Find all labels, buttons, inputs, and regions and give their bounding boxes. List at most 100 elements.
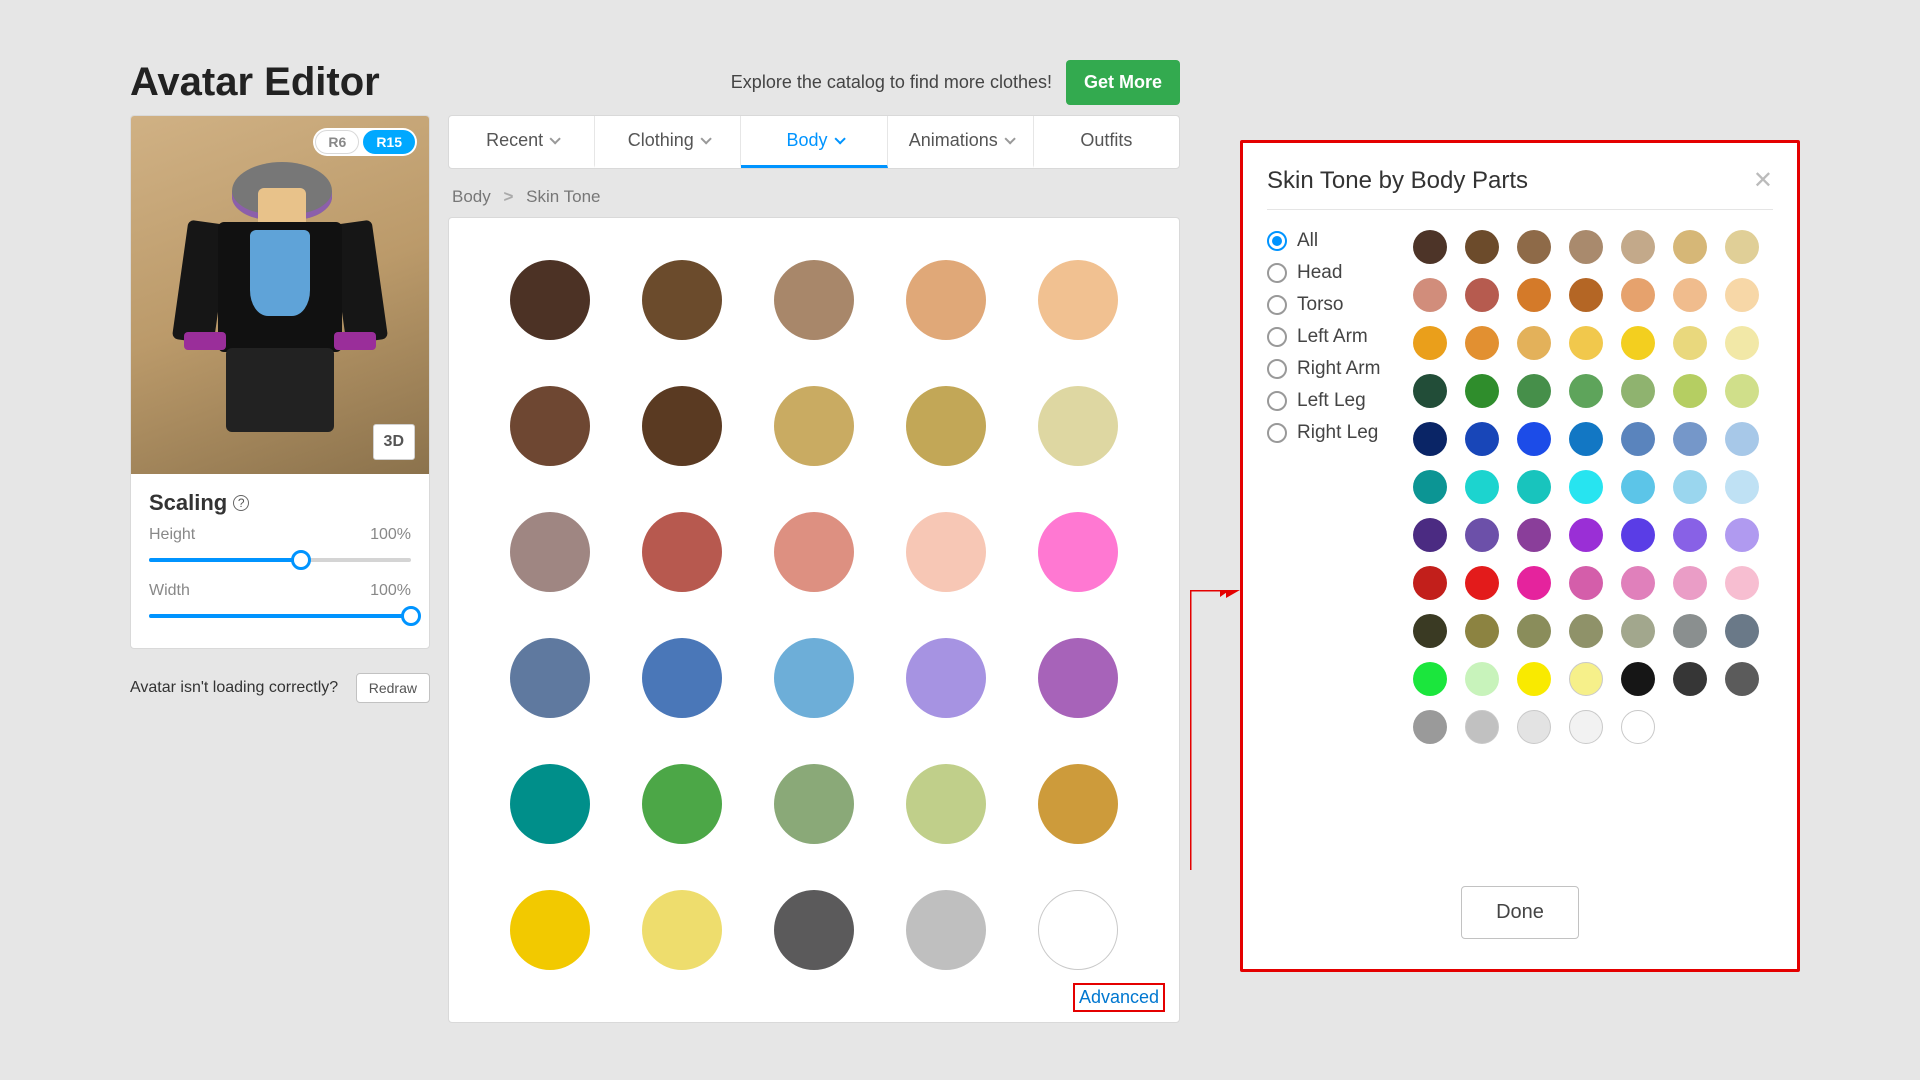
modal-skin-swatch[interactable] bbox=[1413, 326, 1447, 360]
modal-skin-swatch[interactable] bbox=[1621, 230, 1655, 264]
skin-tone-swatch[interactable] bbox=[906, 512, 986, 592]
skin-tone-swatch[interactable] bbox=[906, 260, 986, 340]
modal-skin-swatch[interactable] bbox=[1569, 278, 1603, 312]
modal-skin-swatch[interactable] bbox=[1725, 230, 1759, 264]
modal-skin-swatch[interactable] bbox=[1725, 422, 1759, 456]
modal-skin-swatch[interactable] bbox=[1569, 518, 1603, 552]
skin-tone-swatch[interactable] bbox=[906, 890, 986, 970]
modal-skin-swatch[interactable] bbox=[1465, 422, 1499, 456]
modal-skin-swatch[interactable] bbox=[1673, 518, 1707, 552]
modal-skin-swatch[interactable] bbox=[1569, 614, 1603, 648]
modal-skin-swatch[interactable] bbox=[1465, 278, 1499, 312]
modal-skin-swatch[interactable] bbox=[1465, 614, 1499, 648]
modal-skin-swatch[interactable] bbox=[1413, 614, 1447, 648]
body-part-radio[interactable]: All bbox=[1267, 230, 1391, 252]
modal-skin-swatch[interactable] bbox=[1413, 374, 1447, 408]
modal-skin-swatch[interactable] bbox=[1673, 614, 1707, 648]
modal-skin-swatch[interactable] bbox=[1569, 422, 1603, 456]
skin-tone-swatch[interactable] bbox=[642, 764, 722, 844]
modal-skin-swatch[interactable] bbox=[1413, 566, 1447, 600]
width-slider[interactable] bbox=[149, 604, 411, 628]
modal-skin-swatch[interactable] bbox=[1465, 470, 1499, 504]
breadcrumb-root[interactable]: Body bbox=[452, 187, 491, 206]
skin-tone-swatch[interactable] bbox=[510, 890, 590, 970]
modal-skin-swatch[interactable] bbox=[1569, 566, 1603, 600]
modal-skin-swatch[interactable] bbox=[1413, 662, 1447, 696]
modal-skin-swatch[interactable] bbox=[1725, 326, 1759, 360]
modal-skin-swatch[interactable] bbox=[1465, 326, 1499, 360]
skin-tone-swatch[interactable] bbox=[774, 764, 854, 844]
height-slider[interactable] bbox=[149, 548, 411, 572]
modal-skin-swatch[interactable] bbox=[1413, 518, 1447, 552]
modal-skin-swatch[interactable] bbox=[1465, 374, 1499, 408]
body-part-radio[interactable]: Right Arm bbox=[1267, 358, 1391, 380]
body-part-radio[interactable]: Torso bbox=[1267, 294, 1391, 316]
modal-skin-swatch[interactable] bbox=[1621, 278, 1655, 312]
modal-skin-swatch[interactable] bbox=[1413, 710, 1447, 744]
three-d-button[interactable]: 3D bbox=[373, 424, 415, 460]
modal-skin-swatch[interactable] bbox=[1673, 374, 1707, 408]
tab-body[interactable]: Body bbox=[741, 116, 887, 168]
modal-skin-swatch[interactable] bbox=[1517, 518, 1551, 552]
body-part-radio[interactable]: Left Leg bbox=[1267, 390, 1391, 412]
modal-skin-swatch[interactable] bbox=[1621, 614, 1655, 648]
body-part-radio[interactable]: Head bbox=[1267, 262, 1391, 284]
modal-skin-swatch[interactable] bbox=[1569, 662, 1603, 696]
skin-tone-swatch[interactable] bbox=[1038, 764, 1118, 844]
tab-clothing[interactable]: Clothing bbox=[595, 116, 741, 168]
modal-skin-swatch[interactable] bbox=[1465, 230, 1499, 264]
skin-tone-swatch[interactable] bbox=[1038, 386, 1118, 466]
skin-tone-swatch[interactable] bbox=[1038, 260, 1118, 340]
skin-tone-swatch[interactable] bbox=[906, 638, 986, 718]
skin-tone-swatch[interactable] bbox=[510, 764, 590, 844]
modal-skin-swatch[interactable] bbox=[1725, 614, 1759, 648]
skin-tone-swatch[interactable] bbox=[774, 512, 854, 592]
skin-tone-swatch[interactable] bbox=[1038, 638, 1118, 718]
modal-skin-swatch[interactable] bbox=[1465, 662, 1499, 696]
tab-outfits[interactable]: Outfits bbox=[1034, 116, 1179, 168]
modal-skin-swatch[interactable] bbox=[1517, 710, 1551, 744]
modal-skin-swatch[interactable] bbox=[1621, 374, 1655, 408]
skin-tone-swatch[interactable] bbox=[510, 638, 590, 718]
skin-tone-swatch[interactable] bbox=[774, 638, 854, 718]
modal-skin-swatch[interactable] bbox=[1673, 566, 1707, 600]
modal-skin-swatch[interactable] bbox=[1465, 518, 1499, 552]
scaling-help-icon[interactable]: ? bbox=[233, 495, 249, 511]
modal-skin-swatch[interactable] bbox=[1517, 566, 1551, 600]
modal-skin-swatch[interactable] bbox=[1725, 374, 1759, 408]
skin-tone-swatch[interactable] bbox=[642, 512, 722, 592]
skin-tone-swatch[interactable] bbox=[510, 386, 590, 466]
skin-tone-swatch[interactable] bbox=[642, 260, 722, 340]
modal-skin-swatch[interactable] bbox=[1621, 710, 1655, 744]
skin-tone-swatch[interactable] bbox=[1038, 890, 1118, 970]
modal-skin-swatch[interactable] bbox=[1569, 326, 1603, 360]
modal-skin-swatch[interactable] bbox=[1725, 278, 1759, 312]
modal-skin-swatch[interactable] bbox=[1673, 422, 1707, 456]
modal-skin-swatch[interactable] bbox=[1517, 278, 1551, 312]
close-icon[interactable]: ✕ bbox=[1753, 169, 1773, 193]
skin-tone-swatch[interactable] bbox=[642, 890, 722, 970]
modal-skin-swatch[interactable] bbox=[1569, 374, 1603, 408]
modal-skin-swatch[interactable] bbox=[1725, 518, 1759, 552]
modal-skin-swatch[interactable] bbox=[1673, 230, 1707, 264]
modal-skin-swatch[interactable] bbox=[1517, 470, 1551, 504]
get-more-button[interactable]: Get More bbox=[1066, 60, 1180, 105]
modal-skin-swatch[interactable] bbox=[1673, 662, 1707, 696]
skin-tone-swatch[interactable] bbox=[1038, 512, 1118, 592]
modal-skin-swatch[interactable] bbox=[1621, 518, 1655, 552]
modal-skin-swatch[interactable] bbox=[1517, 374, 1551, 408]
skin-tone-swatch[interactable] bbox=[774, 890, 854, 970]
skin-tone-swatch[interactable] bbox=[642, 386, 722, 466]
modal-skin-swatch[interactable] bbox=[1621, 566, 1655, 600]
modal-skin-swatch[interactable] bbox=[1465, 710, 1499, 744]
modal-skin-swatch[interactable] bbox=[1621, 326, 1655, 360]
skin-tone-swatch[interactable] bbox=[774, 386, 854, 466]
modal-skin-swatch[interactable] bbox=[1673, 326, 1707, 360]
modal-skin-swatch[interactable] bbox=[1621, 422, 1655, 456]
modal-skin-swatch[interactable] bbox=[1413, 470, 1447, 504]
modal-skin-swatch[interactable] bbox=[1725, 566, 1759, 600]
modal-skin-swatch[interactable] bbox=[1725, 662, 1759, 696]
tab-recent[interactable]: Recent bbox=[449, 116, 595, 168]
modal-skin-swatch[interactable] bbox=[1569, 470, 1603, 504]
tab-animations[interactable]: Animations bbox=[888, 116, 1034, 168]
